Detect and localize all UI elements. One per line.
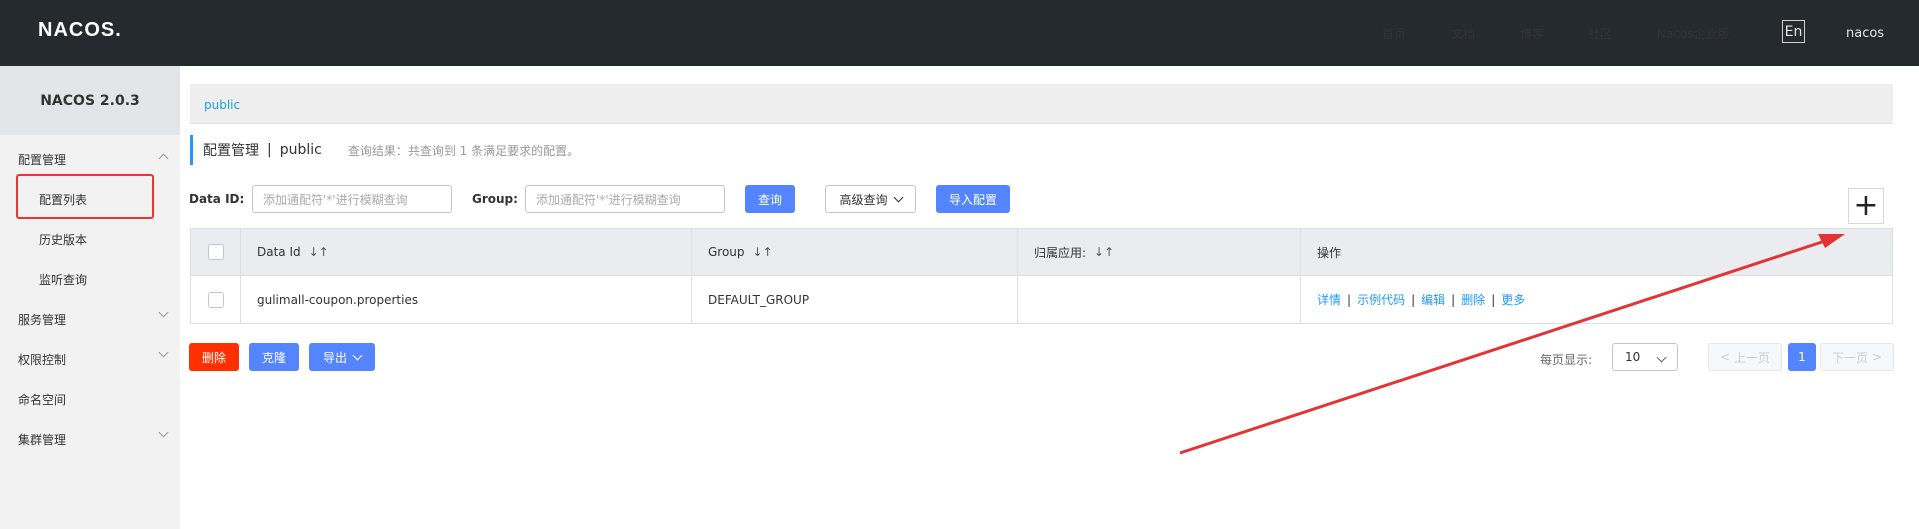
arrow-line: [1179, 238, 1829, 455]
arrow-head: [1818, 234, 1845, 248]
annotation-arrow: [1179, 234, 1845, 455]
